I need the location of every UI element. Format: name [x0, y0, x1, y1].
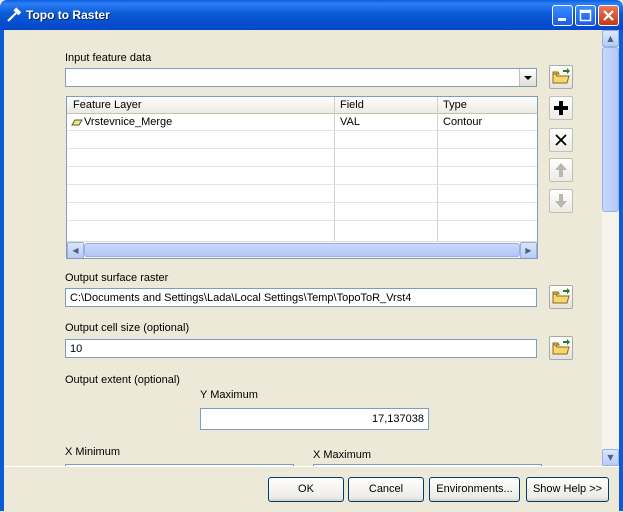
output-surface-input[interactable]: C:\Documents and Settings\Lada\Local Set… [65, 288, 537, 307]
feature-layer-table[interactable]: Feature Layer Field Type Vrstevnice_Merg… [66, 96, 538, 259]
hammer-icon [7, 7, 22, 22]
dropdown-button[interactable] [519, 69, 536, 86]
close-icon [603, 10, 614, 21]
window-title: Topo to Raster [26, 8, 110, 22]
minimize-icon [558, 18, 566, 21]
close-button[interactable] [598, 5, 619, 26]
cancel-button[interactable]: Cancel [348, 477, 424, 502]
folder-icon [552, 339, 570, 355]
table-header: Feature Layer Field Type [67, 97, 537, 114]
row-divider [67, 130, 537, 131]
chevron-down-icon [524, 76, 532, 80]
cell-size-label: Output cell size (optional) [65, 322, 190, 334]
column-header-type[interactable]: Type [443, 99, 467, 111]
maximize-icon [579, 9, 592, 22]
browse-input-button[interactable] [549, 65, 573, 89]
move-down-button[interactable] [549, 189, 573, 213]
folder-icon [552, 68, 570, 84]
show-help-button[interactable]: Show Help >> [526, 477, 609, 502]
table-horizontal-scrollbar[interactable]: ◀ ▶ [67, 241, 537, 258]
scroll-thumb[interactable] [84, 243, 520, 257]
window-frame-right [619, 30, 623, 511]
add-row-button[interactable] [549, 96, 573, 120]
arrow-up-icon [555, 163, 567, 177]
tool-parameters-panel: Input feature data Feature Layer Field T… [4, 30, 602, 466]
maximize-button[interactable] [575, 5, 596, 26]
title-bar: Topo to Raster [0, 0, 623, 30]
output-surface-label: Output surface raster [65, 272, 169, 284]
row-divider [67, 148, 537, 149]
column-header-field[interactable]: Field [340, 99, 364, 111]
move-up-button[interactable] [549, 158, 573, 182]
folder-icon [552, 288, 570, 304]
scroll-left-button[interactable]: ◀ [67, 242, 84, 258]
vertical-scroll-thumb[interactable] [602, 47, 619, 212]
input-feature-combobox[interactable] [65, 68, 537, 87]
y-maximum-label: Y Maximum [200, 389, 258, 401]
column-header-feature-layer[interactable]: Feature Layer [73, 99, 141, 111]
cell-size-input[interactable]: 10 [65, 339, 537, 358]
browse-output-button[interactable] [549, 285, 573, 309]
row-divider [67, 184, 537, 185]
environments-button[interactable]: Environments... [429, 477, 520, 502]
browse-cell-size-button[interactable] [549, 336, 573, 360]
input-feature-label: Input feature data [65, 52, 152, 64]
cell-feature-layer: Vrstevnice_Merge [84, 116, 173, 128]
cell-type: Contour [443, 116, 483, 128]
plus-icon [554, 101, 568, 115]
x-icon [555, 134, 567, 146]
dialog-button-bar: OK Cancel Environments... Show Help >> [4, 466, 619, 512]
x-maximum-label: X Maximum [313, 449, 372, 461]
scroll-down-button[interactable]: ▼ [602, 449, 619, 466]
output-extent-label: Output extent (optional) [65, 374, 180, 386]
scroll-up-button[interactable]: ▲ [602, 30, 619, 47]
vertical-scrollbar[interactable]: ▲ ▼ [602, 30, 619, 466]
remove-row-button[interactable] [549, 128, 573, 152]
row-divider [67, 166, 537, 167]
x-minimum-label: X Minimum [65, 446, 121, 458]
row-divider [67, 202, 537, 203]
line-feature-icon [71, 119, 83, 126]
arrow-down-icon [555, 194, 567, 208]
y-maximum-input[interactable]: 17,137038 [200, 408, 429, 430]
scroll-right-button[interactable]: ▶ [520, 242, 537, 258]
cell-field: VAL [340, 116, 360, 128]
row-divider [67, 220, 537, 221]
minimize-button[interactable] [552, 5, 573, 26]
ok-button[interactable]: OK [268, 477, 344, 502]
